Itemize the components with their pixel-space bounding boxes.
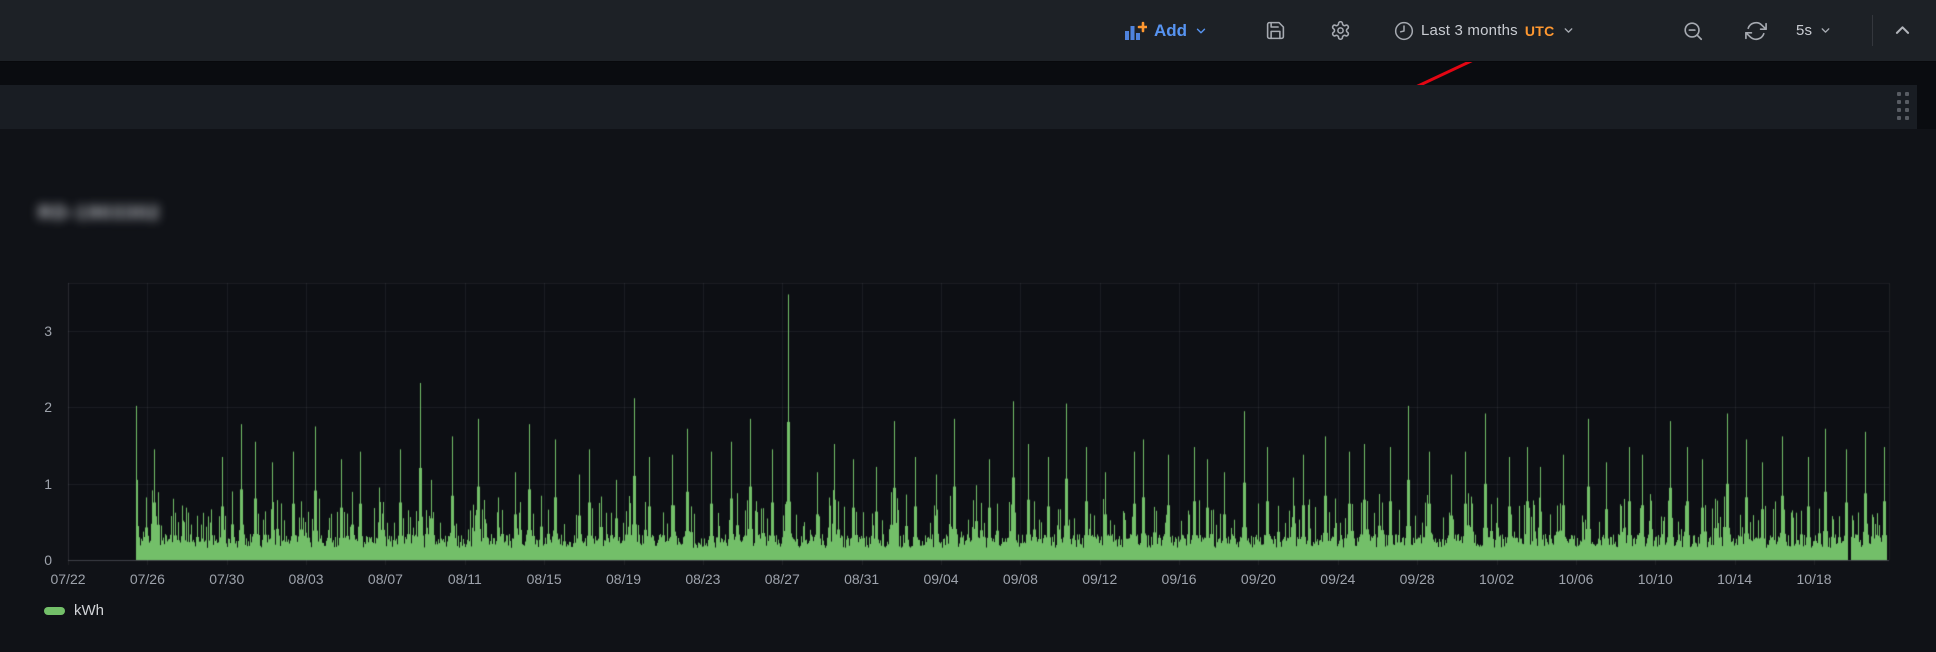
legend-series-swatch bbox=[44, 607, 65, 615]
drag-dots-icon[interactable] bbox=[1897, 92, 1909, 120]
chevron-down-icon bbox=[1819, 24, 1832, 37]
refresh-arrows-icon bbox=[1745, 20, 1767, 42]
floppy-disk-icon bbox=[1265, 20, 1286, 41]
time-range-picker[interactable]: Last 3 months UTC bbox=[1394, 0, 1575, 61]
chart-plot-area[interactable] bbox=[68, 283, 1889, 560]
refresh-button[interactable] bbox=[1745, 0, 1767, 61]
magnifier-minus-icon bbox=[1682, 20, 1704, 42]
zoom-out-time-button[interactable] bbox=[1682, 0, 1704, 61]
add-button[interactable]: Add bbox=[1124, 0, 1208, 61]
toolbar-divider bbox=[1872, 15, 1873, 46]
refresh-interval-value: 5s bbox=[1796, 22, 1812, 39]
time-range-label: Last 3 months bbox=[1421, 22, 1518, 39]
chevron-down-icon bbox=[1562, 24, 1575, 37]
save-dashboard-button[interactable] bbox=[1265, 0, 1286, 61]
add-button-label: Add bbox=[1154, 21, 1187, 41]
collapse-toolbar-button[interactable] bbox=[1893, 0, 1912, 61]
bar-chart-plus-icon bbox=[1124, 20, 1147, 42]
refresh-interval-dropdown[interactable]: 5s bbox=[1796, 0, 1832, 61]
grafana-window: Add bbox=[0, 0, 1936, 652]
dashboard-toolbar: Add bbox=[0, 0, 1936, 62]
panel-header-band bbox=[0, 85, 1917, 129]
legend-item-kwh[interactable]: kWh bbox=[44, 602, 104, 619]
chevron-up-icon bbox=[1893, 21, 1912, 40]
chevron-down-icon bbox=[1194, 24, 1208, 38]
panel-title[interactable]: RD-1903302 bbox=[38, 203, 161, 225]
legend-series-label: kWh bbox=[74, 602, 104, 619]
dashboard-settings-button[interactable] bbox=[1330, 0, 1351, 61]
gear-icon bbox=[1330, 20, 1351, 41]
clock-icon bbox=[1394, 21, 1414, 41]
timezone-label: UTC bbox=[1525, 23, 1555, 39]
